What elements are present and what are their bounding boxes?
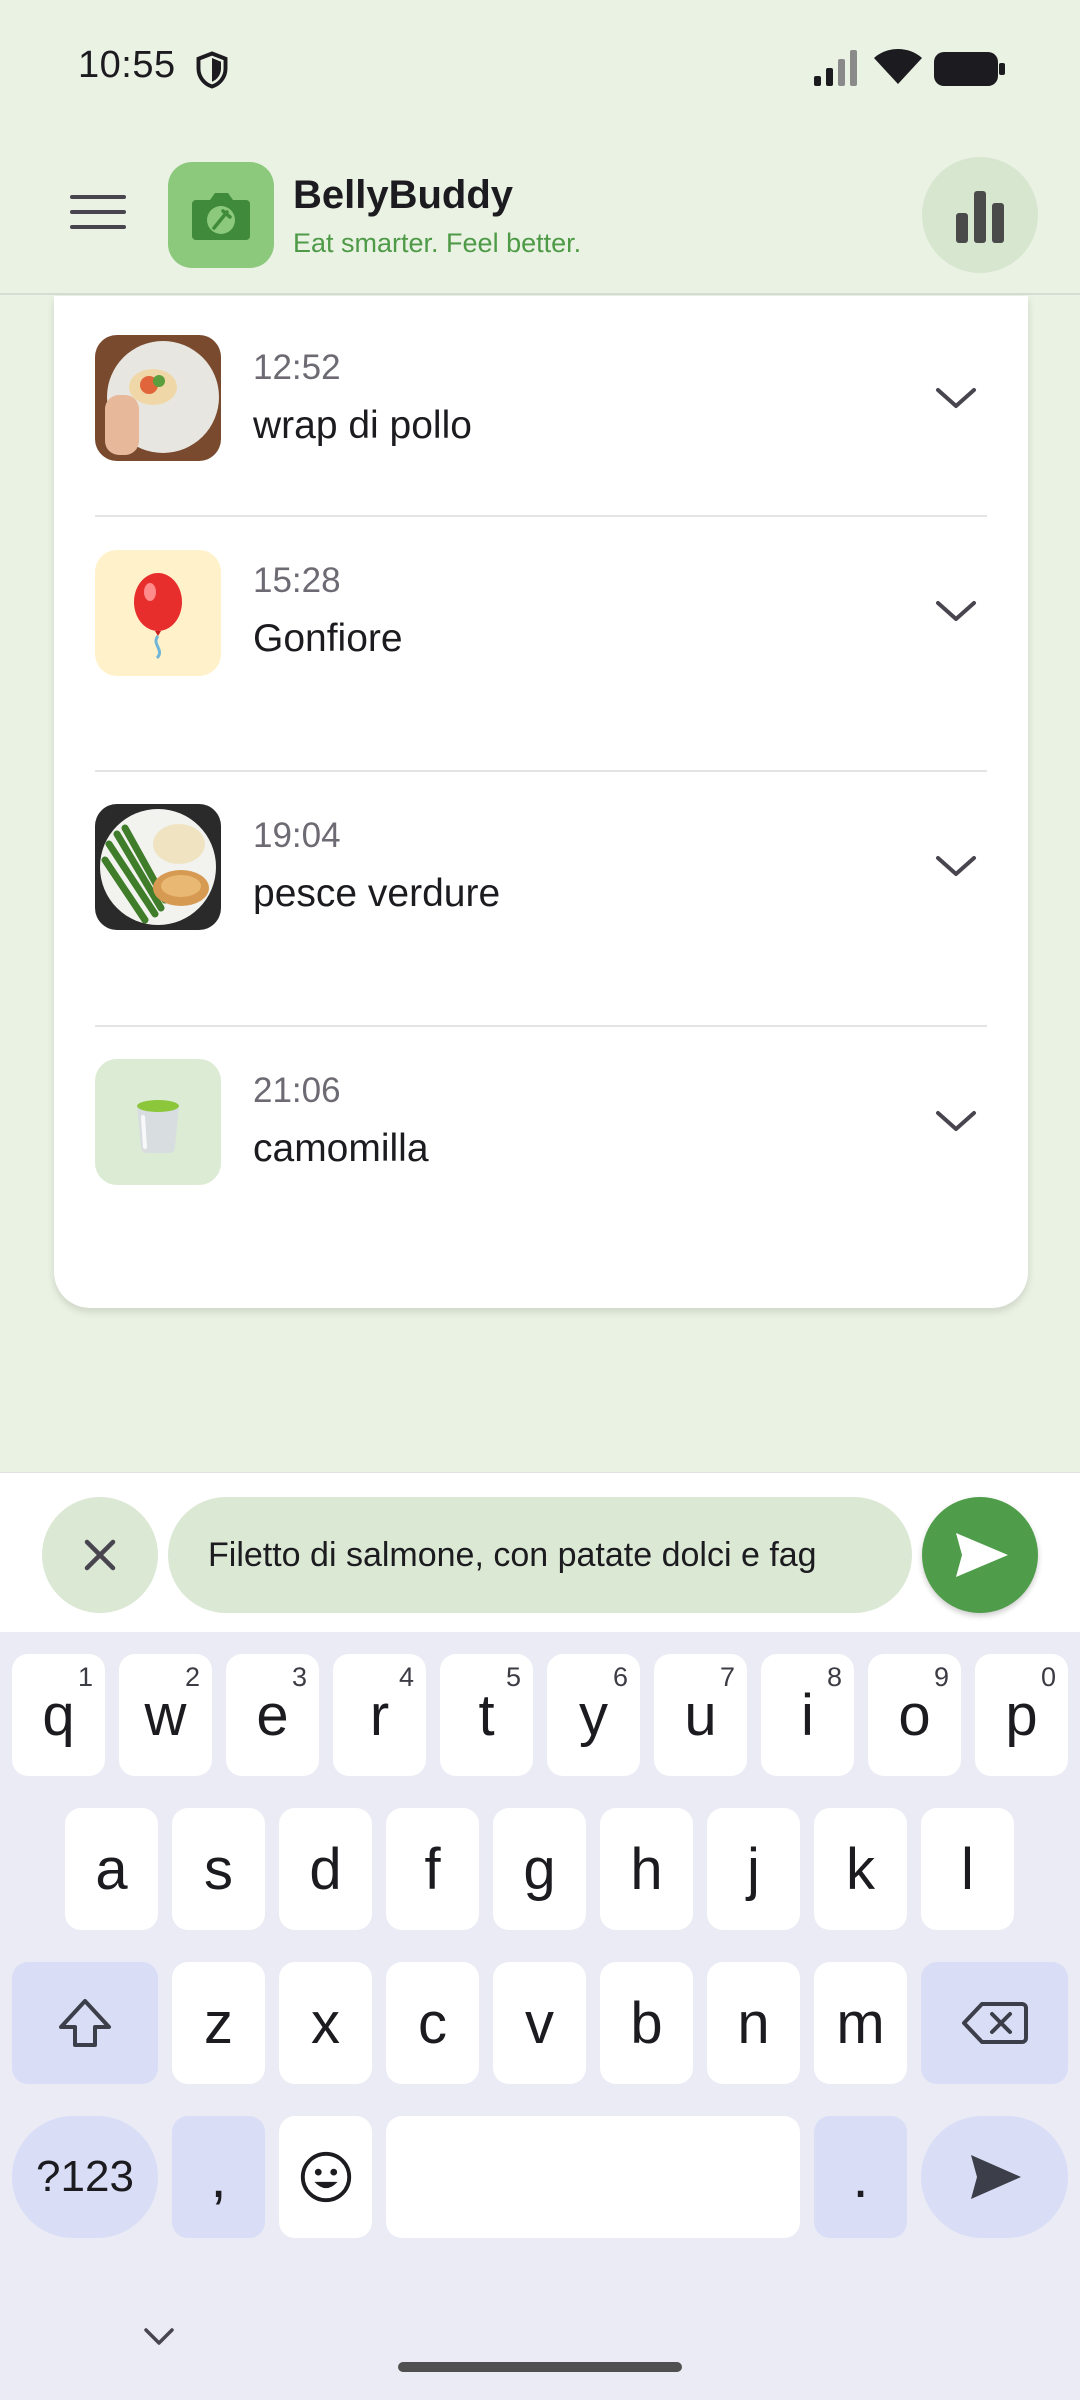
key-e[interactable]: e3 <box>226 1654 319 1776</box>
comma-key[interactable]: , <box>172 2116 265 2238</box>
food-thumbnail <box>95 804 221 930</box>
key-w[interactable]: w2 <box>119 1654 212 1776</box>
key-c[interactable]: c <box>386 1962 479 2084</box>
bar-chart-icon <box>956 191 1004 243</box>
key-a[interactable]: a <box>65 1808 158 1930</box>
key-m[interactable]: m <box>814 1962 907 2084</box>
symbols-key[interactable]: ?123 <box>12 2116 158 2238</box>
emoji-key[interactable] <box>279 2116 372 2238</box>
list-item[interactable]: 12:52 wrap di pollo <box>54 296 1028 550</box>
key-g[interactable]: g <box>493 1808 586 1930</box>
chevron-down-icon[interactable] <box>142 2326 176 2348</box>
key-n[interactable]: n <box>707 1962 800 2084</box>
entry-name: wrap di pollo <box>253 404 472 447</box>
entry-name: camomilla <box>253 1127 429 1170</box>
entry-time: 12:52 <box>253 348 341 387</box>
key-p[interactable]: p0 <box>975 1654 1068 1776</box>
symptom-thumbnail <box>95 550 221 676</box>
key-k[interactable]: k <box>814 1808 907 1930</box>
send-icon <box>970 2155 1021 2199</box>
list-item[interactable]: 21:06 camomilla <box>54 1027 1028 1281</box>
food-photo-fish-vegetables <box>95 804 221 930</box>
key-z[interactable]: z <box>172 1962 265 2084</box>
key-t[interactable]: t5 <box>440 1654 533 1776</box>
cell-signal-icon <box>814 50 857 86</box>
key-v[interactable]: v <box>493 1962 586 2084</box>
menu-button[interactable] <box>70 195 126 237</box>
entry-time: 19:04 <box>253 816 341 855</box>
entries-card: 12:52 wrap di pollo 15:28 Gonfiore 19:04… <box>54 296 1028 1308</box>
soft-keyboard: q1 w2 e3 r4 t5 y6 u7 i8 o9 p0 a s d f g … <box>0 1632 1080 2400</box>
chevron-down-icon[interactable] <box>934 597 978 625</box>
key-u[interactable]: u7 <box>654 1654 747 1776</box>
enter-key[interactable] <box>921 2116 1068 2238</box>
balloon-emoji <box>134 573 182 660</box>
food-photo-wrap <box>95 335 221 461</box>
key-x[interactable]: x <box>279 1962 372 2084</box>
message-input-bar: Filetto di salmone, con patate dolci e f… <box>0 1472 1080 1632</box>
drink-thumbnail <box>95 1059 221 1185</box>
app-logo <box>168 162 274 268</box>
clear-button[interactable] <box>42 1497 158 1613</box>
key-r[interactable]: r4 <box>333 1654 426 1776</box>
app-bar: BellyBuddy Eat smarter. Feel better. <box>0 135 1080 295</box>
stats-button[interactable] <box>922 157 1038 273</box>
key-y[interactable]: y6 <box>547 1654 640 1776</box>
entry-time: 21:06 <box>253 1071 341 1110</box>
tea-cup-emoji <box>137 1100 179 1153</box>
camera-fork-logo <box>192 193 250 240</box>
send-icon <box>956 1533 1008 1577</box>
status-bar: 10:55 <box>0 0 1080 135</box>
menu-icon <box>70 195 126 199</box>
home-indicator[interactable] <box>398 2362 682 2372</box>
entry-name: pesce verdure <box>253 872 501 915</box>
shift-icon <box>59 1999 111 2047</box>
emoji-icon <box>300 2151 351 2203</box>
key-i[interactable]: i8 <box>761 1654 854 1776</box>
key-d[interactable]: d <box>279 1808 372 1930</box>
key-o[interactable]: o9 <box>868 1654 961 1776</box>
status-time: 10:55 <box>78 44 176 86</box>
battery-icon <box>934 52 1005 86</box>
backspace-icon <box>961 2002 1028 2044</box>
space-key[interactable] <box>386 2116 800 2238</box>
message-input[interactable]: Filetto di salmone, con patate dolci e f… <box>168 1497 912 1613</box>
food-thumbnail <box>95 335 221 461</box>
key-j[interactable]: j <box>707 1808 800 1930</box>
key-l[interactable]: l <box>921 1808 1014 1930</box>
key-q[interactable]: q1 <box>12 1654 105 1776</box>
period-key[interactable]: . <box>814 2116 907 2238</box>
wifi-icon <box>874 49 922 84</box>
app-title: BellyBuddy <box>293 173 514 217</box>
backspace-key[interactable] <box>921 1962 1068 2084</box>
key-s[interactable]: s <box>172 1808 265 1930</box>
entry-time: 15:28 <box>253 561 341 600</box>
shift-key[interactable] <box>12 1962 158 2084</box>
chevron-down-icon[interactable] <box>934 852 978 880</box>
app-subtitle: Eat smarter. Feel better. <box>293 228 582 258</box>
list-item[interactable]: 19:04 pesce verdure <box>54 772 1028 1026</box>
key-h[interactable]: h <box>600 1808 693 1930</box>
key-f[interactable]: f <box>386 1808 479 1930</box>
close-icon <box>84 1539 116 1571</box>
shield-icon <box>196 51 228 89</box>
chevron-down-icon[interactable] <box>934 1107 978 1135</box>
key-b[interactable]: b <box>600 1962 693 2084</box>
send-button[interactable] <box>922 1497 1038 1613</box>
chevron-down-icon[interactable] <box>934 384 978 412</box>
list-item[interactable]: 15:28 Gonfiore <box>54 517 1028 771</box>
entry-name: Gonfiore <box>253 617 403 660</box>
